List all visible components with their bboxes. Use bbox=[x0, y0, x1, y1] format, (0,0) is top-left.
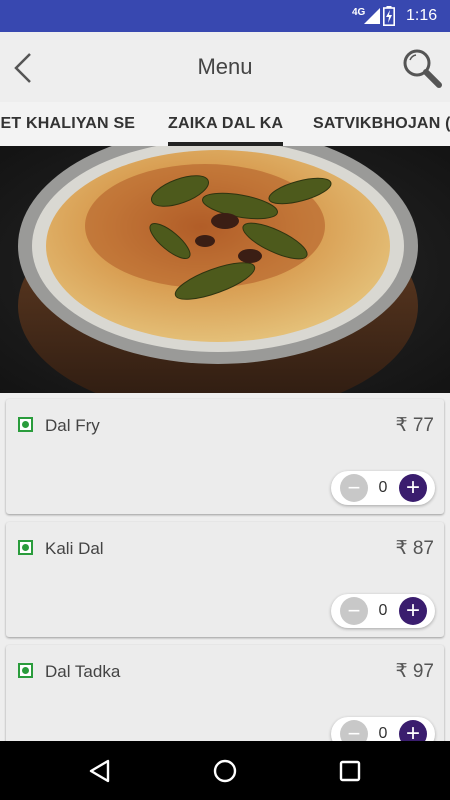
menu-item-card: Kali Dal ₹ 87 − 0 + bbox=[6, 522, 444, 637]
navigation-bar bbox=[0, 741, 450, 800]
item-name: Dal Fry bbox=[45, 416, 100, 435]
back-triangle-icon[interactable] bbox=[86, 757, 114, 785]
menu-item-card: Dal Fry ₹ 77 − 0 + bbox=[6, 399, 444, 514]
search-icon[interactable] bbox=[400, 46, 444, 90]
veg-indicator-icon bbox=[18, 540, 33, 555]
decrease-quantity-button[interactable]: − bbox=[340, 597, 368, 625]
category-tabs: KHET KHALIYAN SE ZAIKA DAL KA SATVIKBHOJ… bbox=[0, 102, 450, 147]
clock: 1:16 bbox=[406, 7, 438, 24]
item-name: Kali Dal bbox=[45, 539, 104, 558]
quantity-value: 0 bbox=[378, 602, 388, 619]
item-name: Dal Tadka bbox=[45, 662, 121, 681]
increase-quantity-button[interactable]: + bbox=[399, 474, 427, 502]
tab-khet-khaliyan-se[interactable]: KHET KHALIYAN SE bbox=[0, 102, 135, 146]
increase-quantity-button[interactable]: + bbox=[399, 597, 427, 625]
quantity-stepper: − 0 + bbox=[331, 471, 435, 505]
dal-tadka-bowl-photo bbox=[0, 146, 450, 393]
veg-indicator-icon bbox=[18, 417, 33, 432]
item-price: ₹ 97 bbox=[395, 661, 434, 682]
recents-square-icon[interactable] bbox=[336, 757, 364, 785]
signal-icon bbox=[364, 8, 380, 24]
status-bar: 4G 1:16 bbox=[0, 0, 450, 32]
veg-indicator-icon bbox=[18, 663, 33, 678]
quantity-value: 0 bbox=[378, 479, 388, 496]
tab-zaika-dal-ka[interactable]: ZAIKA DAL KA bbox=[168, 102, 284, 146]
item-price: ₹ 87 bbox=[395, 538, 434, 559]
item-price: ₹ 77 bbox=[395, 415, 434, 436]
page-title: Menu bbox=[197, 54, 253, 79]
tab-satvikbhojan[interactable]: SATVIKBHOJAN ( bbox=[313, 102, 450, 146]
battery-charging-icon bbox=[383, 6, 395, 26]
app-bar: Menu bbox=[0, 32, 450, 102]
decrease-quantity-button[interactable]: − bbox=[340, 474, 368, 502]
home-circle-icon[interactable] bbox=[211, 757, 239, 785]
quantity-stepper: − 0 + bbox=[331, 594, 435, 628]
